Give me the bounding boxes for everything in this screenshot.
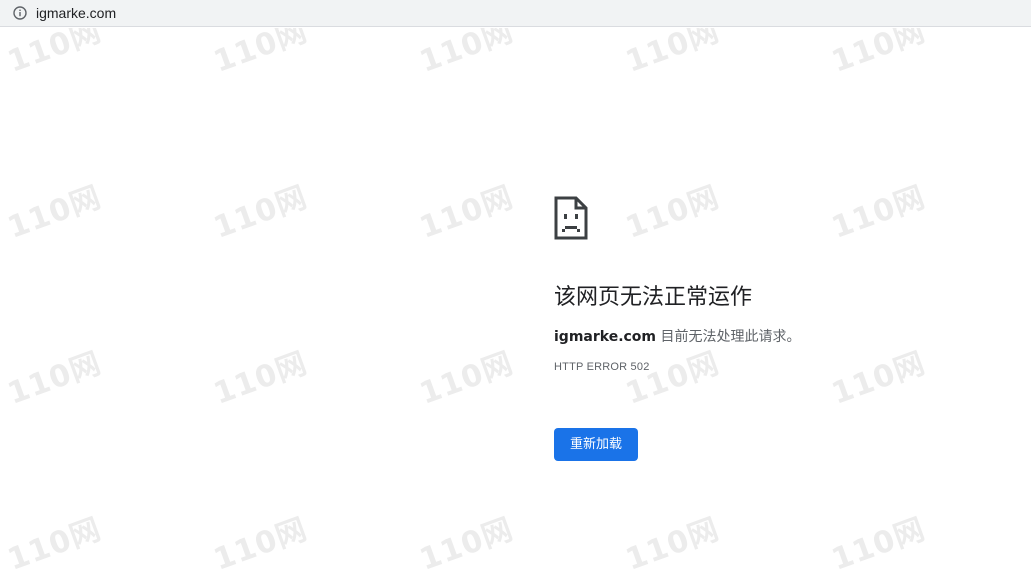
error-code: HTTP ERROR 502 [554,361,650,373]
watermark: 110网 [3,345,106,412]
watermark: 110网 [621,511,724,577]
error-content: 该网页无法正常运作 igmarke.com 目前无法处理此请求。 HTTP ER… [554,196,994,461]
watermark: 110网 [3,28,106,80]
sad-page-icon [554,196,588,240]
error-host: igmarke.com [554,329,657,345]
watermark: 110网 [415,179,518,246]
watermark: 110网 [3,511,106,577]
watermark: 110网 [415,345,518,412]
info-circle-icon[interactable] [9,2,31,24]
address-bar[interactable]: igmarke.com [0,0,1031,27]
watermark: 110网 [827,28,930,80]
watermark: 110网 [3,179,106,246]
reload-button[interactable]: 重新加载 [554,428,639,461]
watermark: 110网 [415,511,518,577]
watermark: 110网 [209,28,312,80]
watermark: 110网 [209,511,312,577]
watermark: 110网 [209,345,312,412]
watermark: 110网 [621,28,724,80]
watermark: 110网 [415,28,518,80]
url-text[interactable]: igmarke.com [36,5,116,21]
error-message: igmarke.com 目前无法处理此请求。 [554,327,994,347]
error-headline: 该网页无法正常运作 [554,285,753,310]
error-message-text: 目前无法处理此请求。 [660,329,801,345]
watermark: 110网 [827,511,930,577]
watermark: 110网 [209,179,312,246]
